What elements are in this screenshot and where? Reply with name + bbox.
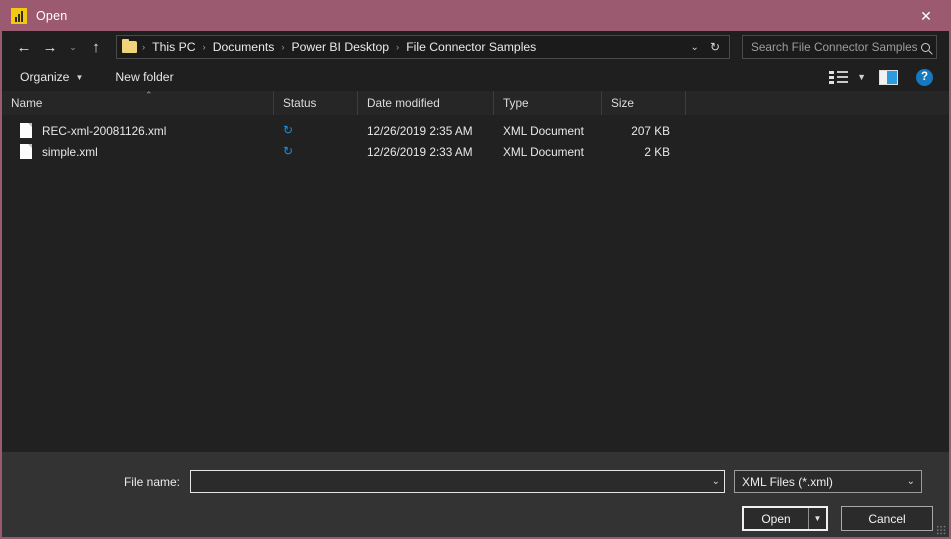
powerbi-bar-chart-icon — [11, 7, 27, 24]
help-icon[interactable]: ? — [916, 68, 933, 86]
file-date-cell: 12/26/2019 2:33 AM — [367, 144, 473, 159]
open-split-chevron-down-icon[interactable]: ▼ — [808, 508, 826, 529]
filename-chevron-down-icon[interactable]: ⌄ — [708, 476, 720, 487]
address-bar[interactable]: › This PC › Documents › Power BI Desktop… — [116, 35, 730, 59]
dialog-buttons: Open ▼ Cancel — [2, 493, 949, 531]
new-folder-label: New folder — [115, 70, 174, 84]
filename-row: File name: ⌄ XML Files (*.xml) ⌄ — [2, 452, 949, 493]
breadcrumb-separator: › — [202, 41, 206, 53]
search-input[interactable] — [751, 40, 917, 54]
column-header-name[interactable]: Name — [2, 91, 274, 115]
view-chevron-down-icon[interactable]: ▼ — [857, 72, 866, 82]
file-type-filter-dropdown[interactable]: XML Files (*.xml) ⌄ — [734, 470, 922, 493]
chevron-down-icon: ▼ — [75, 72, 84, 82]
file-name-cell[interactable]: REC-xml-20081126.xml — [2, 123, 274, 138]
command-bar-right: ▼ ? — [829, 68, 937, 86]
refresh-icon[interactable]: ↻ — [708, 40, 726, 54]
file-status-cell: ↻ — [274, 124, 358, 137]
open-button[interactable]: Open ▼ — [742, 506, 828, 531]
sync-pending-icon: ↻ — [283, 123, 294, 137]
xml-file-icon — [20, 144, 32, 159]
filename-combobox[interactable]: ⌄ — [190, 470, 725, 493]
column-header-type[interactable]: Type — [494, 91, 602, 115]
search-box[interactable] — [742, 35, 937, 59]
up-icon[interactable]: ↑ — [83, 35, 109, 59]
breadcrumb-separator: › — [142, 41, 146, 53]
title-bar: Open ✕ — [2, 0, 949, 31]
breadcrumb-file-connector-samples[interactable]: File Connector Samples — [404, 40, 538, 54]
open-file-dialog: Open ✕ ← → ⌄ ↑ › This PC › Documents › P… — [0, 0, 951, 539]
file-status-cell: ↻ — [274, 145, 358, 158]
column-header-status[interactable]: Status — [274, 91, 358, 115]
breadcrumb-separator: › — [281, 41, 285, 53]
new-folder-button[interactable]: New folder — [115, 70, 173, 84]
forward-icon[interactable]: → — [37, 35, 63, 59]
file-name-label: REC-xml-20081126.xml — [42, 123, 167, 138]
address-chevron-down-icon[interactable]: ⌄ — [682, 42, 708, 53]
dialog-footer: File name: ⌄ XML Files (*.xml) ⌄ Open ▼ … — [2, 452, 949, 537]
file-type-cell: XML Document — [503, 144, 584, 159]
search-icon — [921, 42, 930, 52]
preview-pane-icon[interactable] — [879, 69, 898, 85]
file-size-cell: 207 KB — [631, 123, 670, 138]
breadcrumb-separator: › — [396, 41, 400, 53]
file-name-cell[interactable]: simple.xml — [2, 144, 274, 159]
navigation-bar: ← → ⌄ ↑ › This PC › Documents › Power BI… — [2, 31, 949, 63]
column-header-row: ⌃ Name Status Date modified Type Size — [2, 90, 949, 115]
file-size-cell: 2 KB — [644, 144, 670, 159]
sync-pending-icon: ↻ — [283, 144, 294, 158]
column-header-date-modified[interactable]: Date modified — [358, 91, 494, 115]
back-icon[interactable]: ← — [11, 35, 37, 59]
cancel-button[interactable]: Cancel — [841, 506, 933, 531]
chevron-down-icon: ⌄ — [906, 476, 915, 487]
file-list[interactable]: REC-xml-20081126.xml ↻ 12/26/2019 2:35 A… — [2, 115, 949, 452]
xml-file-icon — [20, 123, 32, 138]
recent-locations-chevron-down-icon[interactable]: ⌄ — [63, 35, 83, 59]
organize-button[interactable]: Organize ▼ — [20, 70, 83, 84]
close-icon[interactable]: ✕ — [903, 0, 949, 31]
file-date-cell: 12/26/2019 2:35 AM — [367, 123, 473, 138]
file-type-filter-value: XML Files (*.xml) — [742, 474, 833, 489]
breadcrumb-this-pc[interactable]: This PC — [150, 40, 197, 54]
resize-grip[interactable] — [936, 525, 946, 535]
breadcrumb-power-bi-desktop[interactable]: Power BI Desktop — [290, 40, 392, 54]
table-row[interactable]: simple.xml ↻ 12/26/2019 2:33 AM XML Docu… — [2, 141, 949, 162]
file-type-cell: XML Document — [503, 123, 584, 138]
filename-label: File name: — [123, 474, 180, 489]
file-name-label: simple.xml — [42, 144, 98, 159]
command-bar: Organize ▼ New folder ▼ ? — [2, 63, 949, 91]
column-header-size[interactable]: Size — [602, 91, 686, 115]
view-options-icon[interactable] — [829, 70, 849, 84]
breadcrumb-documents[interactable]: Documents — [211, 40, 277, 54]
open-button-label: Open — [761, 511, 791, 526]
folder-icon — [122, 39, 137, 53]
filename-input[interactable] — [197, 474, 708, 489]
table-row[interactable]: REC-xml-20081126.xml ↻ 12/26/2019 2:35 A… — [2, 120, 949, 141]
window-title: Open — [36, 8, 68, 23]
organize-label: Organize — [20, 70, 70, 84]
